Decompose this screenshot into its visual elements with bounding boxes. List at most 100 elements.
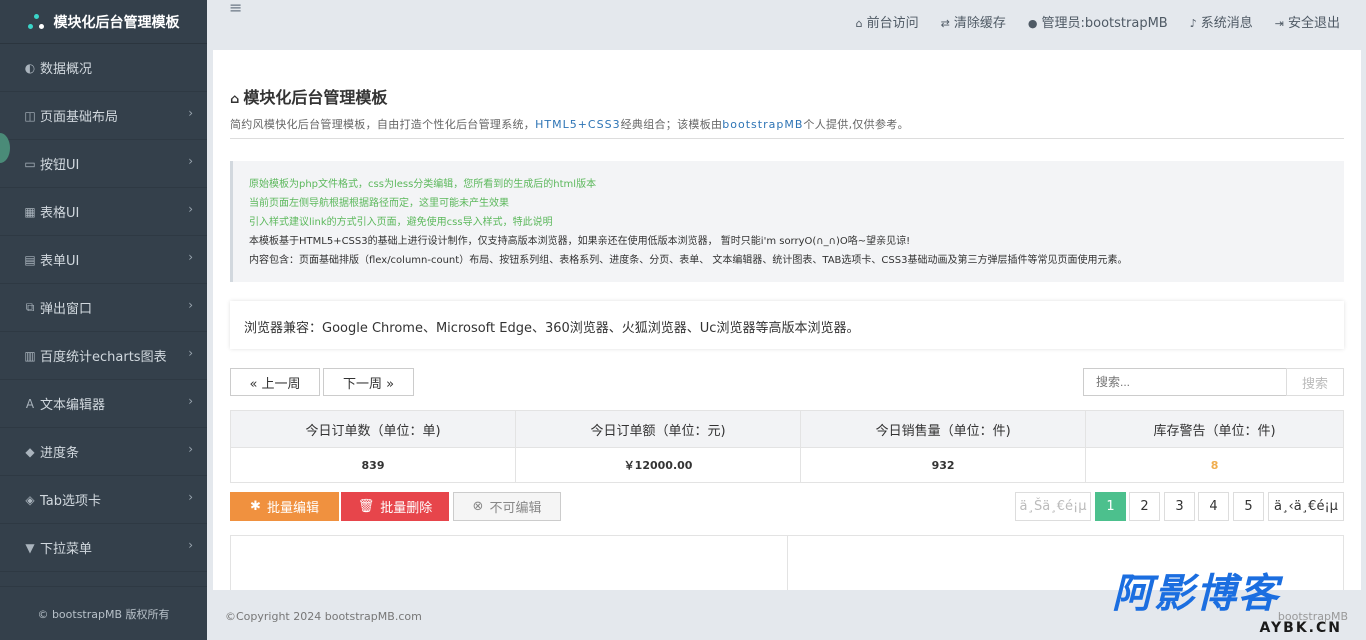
layout-icon: ◫ xyxy=(24,108,36,123)
pagination-next[interactable]: ä¸‹ä¸€é¡µ xyxy=(1268,492,1344,521)
sidebar-item[interactable]: ▼ 下拉菜单 › xyxy=(0,524,207,572)
sidebar-item-label: 弹出窗口 xyxy=(40,302,93,317)
page-3[interactable]: 3 xyxy=(1164,492,1195,521)
watermark-logo: 阿影博客 AYBK.CN xyxy=(1112,572,1352,638)
topbar-link[interactable]: ♪ 系统消息 xyxy=(1190,12,1253,31)
sidebar-item[interactable]: ▦ 表格UI › xyxy=(0,188,207,236)
sidebar-item-label: 按钮UI xyxy=(40,158,80,173)
sidebar-item-label: 表格UI xyxy=(40,206,80,221)
no-edit-label: 不可编辑 xyxy=(489,501,542,516)
brand[interactable]: 模块化后台管理模板 xyxy=(0,0,207,44)
pagination-prev[interactable]: ä¸Šä¸€é¡µ xyxy=(1015,492,1091,521)
divider xyxy=(787,536,788,590)
sidebar-item-label: 数据概况 xyxy=(40,62,93,77)
notice-line: 引入样式建议link的方式引入页面，避免使用css导入样式，特此说明 xyxy=(249,217,553,228)
sidebar-item[interactable]: ◫ 页面基础布局 › xyxy=(0,92,207,140)
sidebar-item-label: 表单UI xyxy=(40,254,80,269)
notice-line: 内容包含：页面基础排版（flex/column-count）布局、按钮系列组、表… xyxy=(249,255,1128,266)
brand-title: 模块化后台管理模板 xyxy=(53,14,180,31)
dashboard-icon: ◐ xyxy=(24,60,36,75)
form-icon: ▤ xyxy=(24,252,36,267)
subtitle-highlight: bootstrapMB xyxy=(722,118,804,131)
chevron-right-icon: › xyxy=(188,346,193,360)
page-1[interactable]: 1 xyxy=(1095,492,1126,521)
button-icon: ▭ xyxy=(24,156,36,171)
watermark-text: 阿影博客 xyxy=(1112,571,1280,617)
search-input[interactable] xyxy=(1083,368,1287,396)
chart-icon: ▥ xyxy=(24,348,36,363)
chevron-right-icon: › xyxy=(188,298,193,312)
next-week-button[interactable]: 下一周 » xyxy=(323,368,414,396)
sidebar-item[interactable]: ◆ 进度条 › xyxy=(0,428,207,476)
search-button[interactable]: 搜索 xyxy=(1286,368,1344,396)
topbar-link[interactable]: ● 管理员:bootstrapMB xyxy=(1028,12,1168,31)
sidebar-item[interactable]: ▤ 表单UI › xyxy=(0,236,207,284)
times-circle-icon: ⊗ xyxy=(472,499,484,514)
sidebar-item-label: 进度条 xyxy=(40,446,80,461)
divider xyxy=(230,138,1344,139)
bell-icon: ♪ xyxy=(1189,17,1197,30)
stats-table: 今日订单数（单位：单) 今日订单额（单位：元) 今日销售量（单位：件) 库存警告… xyxy=(229,410,1344,483)
chevron-right-icon: › xyxy=(188,154,193,168)
sidebar-item-label: 文本编辑器 xyxy=(40,398,106,413)
home-icon: ⌂ xyxy=(855,17,863,30)
stat-sales: 932 xyxy=(800,447,1087,483)
sidebar-item[interactable]: ⧉ 弹出窗口 › xyxy=(0,284,207,332)
topbar-links: ⌂ 前台访问 ⇄ 清除缓存 ● 管理员:bootstrapMB ♪ 系统消息 ⇥ 安全退出 xyxy=(856,12,1340,31)
notice-line: 原始模板为php文件格式，css为less分类编辑，您所看到的生成后的html版… xyxy=(249,179,597,190)
page-title-text: 模块化后台管理模板 xyxy=(243,88,388,107)
chevron-right-icon: › xyxy=(188,394,193,408)
page-header: ⌂ 模块化后台管理模板 简约风模快化后台管理模板，自由打造个性化后台管理系统，HT… xyxy=(230,84,1344,132)
chevron-right-icon: › xyxy=(188,442,193,456)
batch-edit-button[interactable]: ✱ 批量编辑 xyxy=(230,492,339,521)
table-row: 839 ￥12000.00 932 8 xyxy=(229,447,1344,483)
home-icon: ⌂ xyxy=(230,92,240,107)
font-icon: A xyxy=(25,396,35,411)
stat-orders: 839 xyxy=(229,447,517,483)
sidebar-nav: ◐ 数据概况 ◫ 页面基础布局 › ▭ 按钮UI › ▦ 表格UI › ▤ 表单UI › ⧉ 弹出窗口 › ▥ 百度… xyxy=(0,44,207,572)
topbar-link-label: 管理员:bootstrapMB xyxy=(1041,16,1168,31)
sidebar-item[interactable]: ▥ 百度统计echarts图表 › xyxy=(0,332,207,380)
filter-icon: ▼ xyxy=(25,540,35,555)
topbar-link-label: 清除缓存 xyxy=(953,16,1006,31)
logo-icon xyxy=(27,13,46,30)
no-edit-button[interactable]: ⊗ 不可编辑 xyxy=(453,492,561,521)
topbar-link[interactable]: ⇄ 清除缓存 xyxy=(941,12,1006,31)
sidebar-item[interactable]: ◐ 数据概况 xyxy=(0,44,207,92)
subtitle-highlight: HTML5+CSS3 xyxy=(535,118,621,131)
menu-toggle-icon[interactable]: ≡ xyxy=(229,0,242,16)
table-header-row: 今日订单数（单位：单) 今日订单额（单位：元) 今日销售量（单位：件) 库存警告… xyxy=(229,410,1344,448)
sidebar-item-label: Tab选项卡 xyxy=(40,494,102,509)
chevron-right-icon: › xyxy=(188,490,193,504)
subtitle-text: 经典组合；该模板由 xyxy=(620,118,723,131)
sidebar-item-label: 下拉菜单 xyxy=(40,542,93,557)
page-title: ⌂ 模块化后台管理模板 xyxy=(230,84,1344,108)
copyright: ©Copyright 2024 bootstrapMB.com xyxy=(225,610,422,623)
chevron-right-icon: › xyxy=(188,106,193,120)
binoculars-icon: ◆ xyxy=(25,444,35,459)
tags-icon: ◈ xyxy=(25,492,35,507)
page-2[interactable]: 2 xyxy=(1129,492,1160,521)
page-5[interactable]: 5 xyxy=(1233,492,1264,521)
sidebar: 模块化后台管理模板 ◐ 数据概况 ◫ 页面基础布局 › ▭ 按钮UI › ▦ 表格UI › ▤ 表单UI… xyxy=(0,0,207,640)
batch-edit-label: 批量编辑 xyxy=(266,501,319,516)
table-icon: ▦ xyxy=(24,204,36,219)
prev-week-button[interactable]: « 上一周 xyxy=(230,368,320,396)
sidebar-item-label: 页面基础布局 xyxy=(40,110,119,125)
chevron-right-icon: › xyxy=(188,250,193,264)
sidebar-item[interactable]: ▭ 按钮UI › xyxy=(0,140,207,188)
logout-icon: ⇥ xyxy=(1274,17,1284,30)
batch-delete-button[interactable]: 🗑 批量删除 xyxy=(341,492,449,521)
topbar-link-label: 系统消息 xyxy=(1200,16,1253,31)
sidebar-item-label: 百度统计echarts图表 xyxy=(40,350,167,365)
stat-stock-warning: 8 xyxy=(1085,447,1344,483)
column-header: 库存警告（单位：件) xyxy=(1085,410,1344,448)
sidebar-item[interactable]: ◈ Tab选项卡 › xyxy=(0,476,207,524)
page-4[interactable]: 4 xyxy=(1198,492,1229,521)
column-header: 今日订单数（单位：单) xyxy=(229,410,517,448)
sidebar-item[interactable]: A 文本编辑器 › xyxy=(0,380,207,428)
topbar-link[interactable]: ⇥ 安全退出 xyxy=(1275,12,1340,31)
column-header: 今日订单额（单位：元) xyxy=(515,410,802,448)
topbar-link[interactable]: ⌂ 前台访问 xyxy=(856,12,919,31)
trash-icon: 🗑 xyxy=(357,499,375,514)
